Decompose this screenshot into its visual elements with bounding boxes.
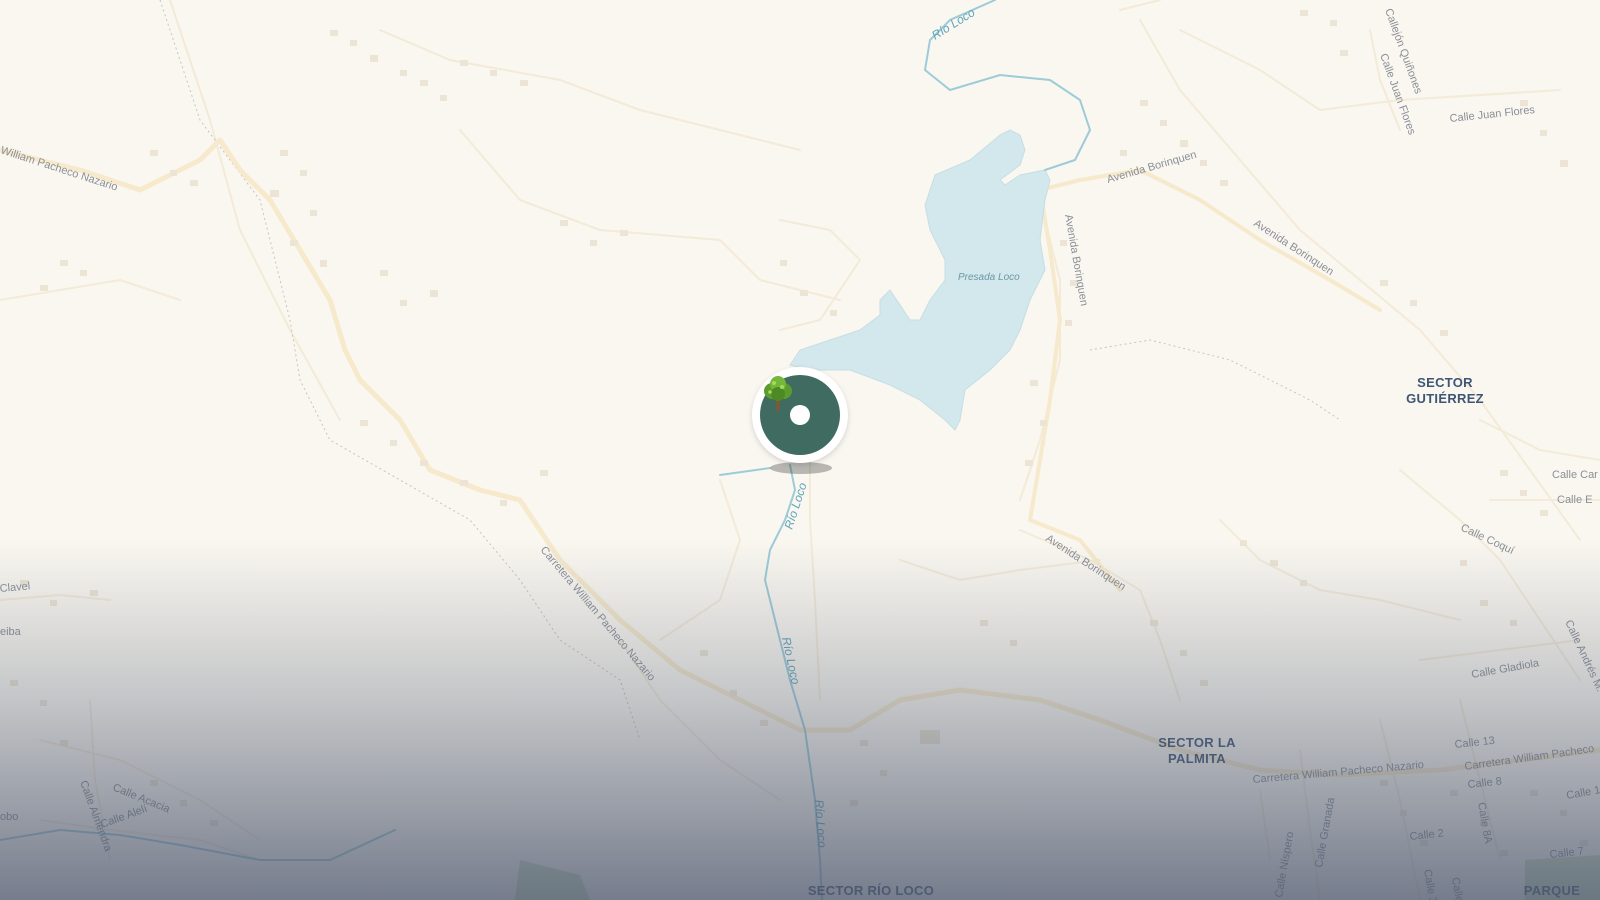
- marker-center-dot: [790, 405, 810, 425]
- sector-label-rio-loco: SECTOR RÍO LOCO: [808, 883, 934, 898]
- street-label: Calle Car: [1552, 469, 1598, 481]
- map-canvas[interactable]: Presada Loco Río Loco Río Loco Río Loco …: [0, 0, 1600, 900]
- sector-label-parque: PARQUE: [1524, 883, 1580, 898]
- street-label: eiba: [0, 626, 22, 638]
- sector-label-gutierrez-line1: SECTOR: [1417, 375, 1473, 390]
- marker-badge: [760, 375, 840, 455]
- location-marker[interactable]: [752, 367, 848, 463]
- sector-label-palmita-line1: SECTOR LA: [1158, 735, 1236, 750]
- marker-shadow: [770, 462, 832, 474]
- sector-label-palmita-line2: PALMITA: [1168, 751, 1226, 766]
- street-label: Calle E: [1557, 494, 1592, 506]
- sector-label-gutierrez-line2: GUTIÉRREZ: [1406, 391, 1484, 406]
- reservoir-label: Presada Loco: [958, 272, 1020, 283]
- street-label: obo: [0, 811, 18, 823]
